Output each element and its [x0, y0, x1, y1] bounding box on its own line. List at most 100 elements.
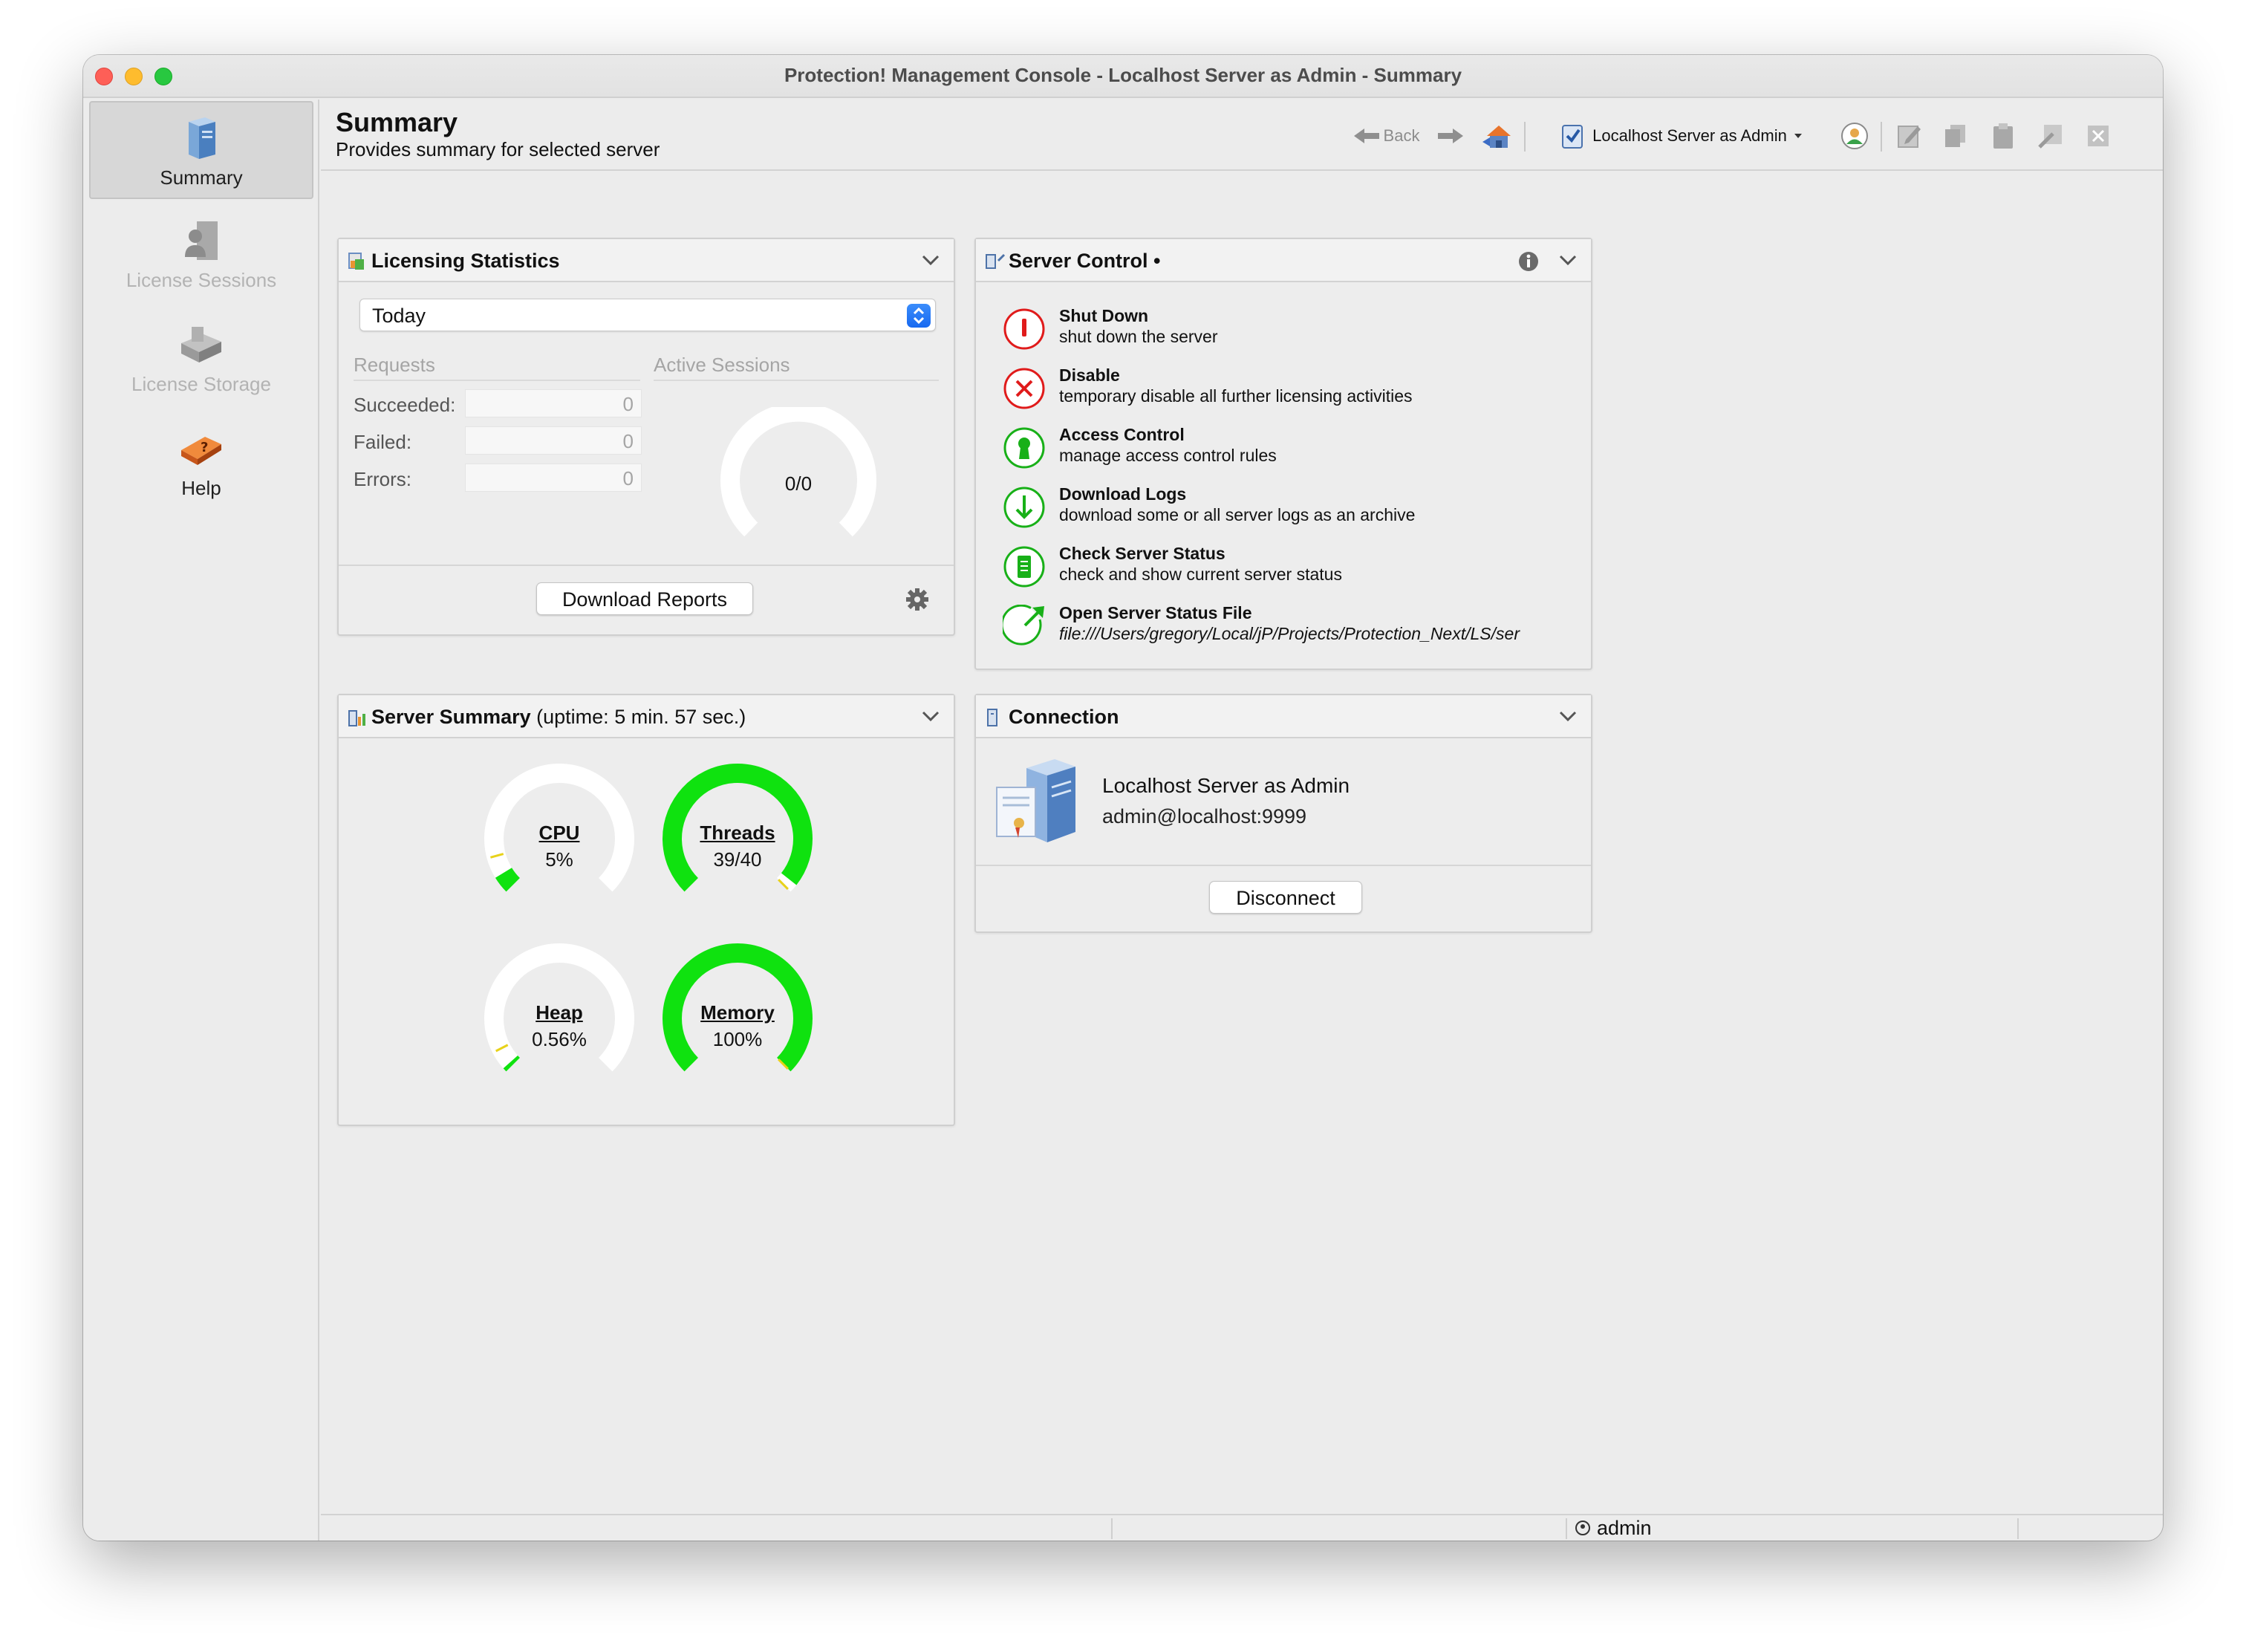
status-bar: admin	[321, 1514, 2163, 1541]
help-book-icon: ?	[181, 437, 221, 465]
sidebar-item-label: Help	[181, 477, 221, 499]
active-sessions-heading: Active Sessions	[654, 354, 939, 381]
stop-icon	[1003, 308, 1045, 350]
panel-header: Connection	[976, 695, 1591, 738]
back-button[interactable]: Back	[1346, 119, 1428, 153]
failed-label: Failed:	[354, 431, 412, 453]
download-reports-button[interactable]: Download Reports	[536, 582, 753, 615]
arrow-left-icon	[1353, 129, 1379, 143]
select-arrows-icon	[907, 304, 931, 328]
account-button[interactable]	[1838, 119, 1872, 153]
server-selector[interactable]: Localhost Server as Admin	[1533, 119, 1830, 153]
download-logs-action[interactable]: Download Logs download some or all serve…	[1003, 484, 1582, 536]
sidebar-item-label: Summary	[160, 166, 243, 189]
panel-title: Server Summary (uptime: 5 min. 57 sec.)	[371, 706, 746, 728]
active-sessions-value: 0/0	[784, 472, 813, 495]
statistics-icon	[348, 253, 364, 270]
panel-header: Server Summary (uptime: 5 min. 57 sec.)	[339, 695, 954, 738]
connection-icon	[987, 709, 997, 726]
panel-title: Licensing Statistics	[371, 250, 560, 272]
info-icon[interactable]	[1518, 251, 1539, 272]
connection-server-name: Localhost Server as Admin	[1102, 774, 1350, 797]
cpu-gauge-value: 5%	[545, 848, 573, 871]
window-title: Protection! Management Console - Localho…	[784, 64, 1462, 86]
shut-down-action[interactable]: Shut Down shut down the server	[1003, 306, 1582, 358]
status-user: admin	[1597, 1517, 1652, 1539]
sidebar-item-license-sessions[interactable]: License Sessions	[89, 205, 313, 303]
document-icon	[1003, 546, 1045, 588]
toolbar-separator	[1524, 122, 1526, 152]
threads-gauge-value: 39/40	[713, 848, 762, 871]
page-header: Summary Provides summary for selected se…	[321, 100, 2163, 171]
svg-text:?: ?	[201, 440, 208, 455]
check-server-status-action[interactable]: Check Server Status check and show curre…	[1003, 544, 1582, 596]
home-icon	[1482, 126, 1511, 148]
title-bar: Protection! Management Console - Localho…	[83, 55, 2163, 98]
chevron-down-icon[interactable]	[1558, 709, 1578, 723]
succeeded-value: 0	[465, 389, 642, 417]
app-window: Protection! Management Console - Localho…	[83, 55, 2163, 1541]
tools-icon	[2038, 125, 2062, 149]
gauge-value-arc	[503, 1055, 521, 1072]
open-server-status-file-action[interactable]: Open Server Status File file:///Users/gr…	[1003, 603, 1582, 655]
gauge-value-arc	[495, 867, 521, 892]
forward-button[interactable]	[1433, 119, 1468, 153]
cpu-gauge-label[interactable]: CPU	[474, 822, 645, 845]
sidebar-item-summary[interactable]: Summary	[89, 101, 313, 199]
panel-header: Licensing Statistics	[339, 239, 954, 282]
main-area: Summary Provides summary for selected se…	[321, 100, 2163, 1541]
page-subtitle: Provides summary for selected server	[336, 138, 660, 160]
chevron-down-icon[interactable]	[921, 253, 940, 267]
succeeded-label: Succeeded:	[354, 394, 456, 416]
heap-gauge-label[interactable]: Heap	[474, 1001, 645, 1024]
home-button[interactable]	[1480, 119, 1515, 153]
server-tower-icon	[189, 117, 215, 159]
licensing-statistics-panel: Licensing Statistics Today Requests Acti…	[337, 238, 955, 636]
arrow-right-icon	[1438, 129, 1463, 143]
toolbar: Back Localhost Server as Admin	[1346, 119, 2163, 156]
memory-gauge-label[interactable]: Memory	[652, 1001, 823, 1024]
divider	[339, 565, 954, 566]
clipboard-icon	[1993, 123, 2013, 149]
disconnect-button[interactable]: Disconnect	[1209, 881, 1362, 914]
connection-address: admin@localhost:9999	[1102, 805, 1307, 827]
server-certificate-icon	[996, 759, 1075, 842]
disable-action[interactable]: Disable temporary disable all further li…	[1003, 365, 1582, 417]
user-role-icon	[1575, 1521, 1590, 1535]
chevron-down-icon[interactable]	[1558, 253, 1578, 267]
page-title: Summary	[336, 107, 458, 137]
server-summary-panel: Server Summary (uptime: 5 min. 57 sec.) …	[337, 694, 955, 1126]
sidebar-item-label: License Storage	[131, 373, 271, 395]
chevron-down-icon[interactable]	[921, 709, 940, 723]
license-storage-icon	[181, 327, 221, 362]
sidebar-item-license-storage[interactable]: License Storage	[89, 309, 313, 407]
tools-button[interactable]	[2034, 119, 2068, 153]
errors-label: Errors:	[354, 468, 411, 490]
status-separator	[2017, 1518, 2019, 1539]
copy-button[interactable]	[1939, 119, 1973, 153]
sidebar-item-label: License Sessions	[126, 269, 277, 291]
period-select[interactable]: Today	[359, 299, 936, 331]
close-icon	[2088, 126, 2109, 146]
memory-gauge-value: 100%	[712, 1028, 763, 1050]
edit-icon	[1898, 126, 1921, 148]
panel-title: Server Control •	[1009, 250, 1161, 272]
close-document-button[interactable]	[2081, 119, 2115, 153]
threads-gauge-label[interactable]: Threads	[652, 822, 823, 845]
server-summary-icon	[348, 710, 365, 726]
connection-panel: Connection Localhost Server as Admin adm…	[974, 694, 1592, 933]
paste-button[interactable]	[1986, 119, 2020, 153]
server-check-icon	[1562, 125, 1583, 149]
status-separator	[1111, 1518, 1113, 1539]
sidebar: Summary License Sessions License Storage	[83, 100, 319, 1541]
copy-icon	[1945, 125, 1965, 147]
access-control-action[interactable]: Access Control manage access control rul…	[1003, 425, 1582, 477]
uptime-text: (uptime: 5 min. 57 sec.)	[536, 706, 746, 728]
keyhole-icon	[1003, 427, 1045, 469]
edit-button[interactable]	[1892, 119, 1927, 153]
sidebar-item-help[interactable]: ? Help	[89, 413, 313, 511]
open-external-icon	[1003, 605, 1044, 645]
requests-heading: Requests	[354, 354, 640, 381]
gear-icon[interactable]	[905, 587, 930, 612]
server-control-icon	[986, 253, 1006, 269]
